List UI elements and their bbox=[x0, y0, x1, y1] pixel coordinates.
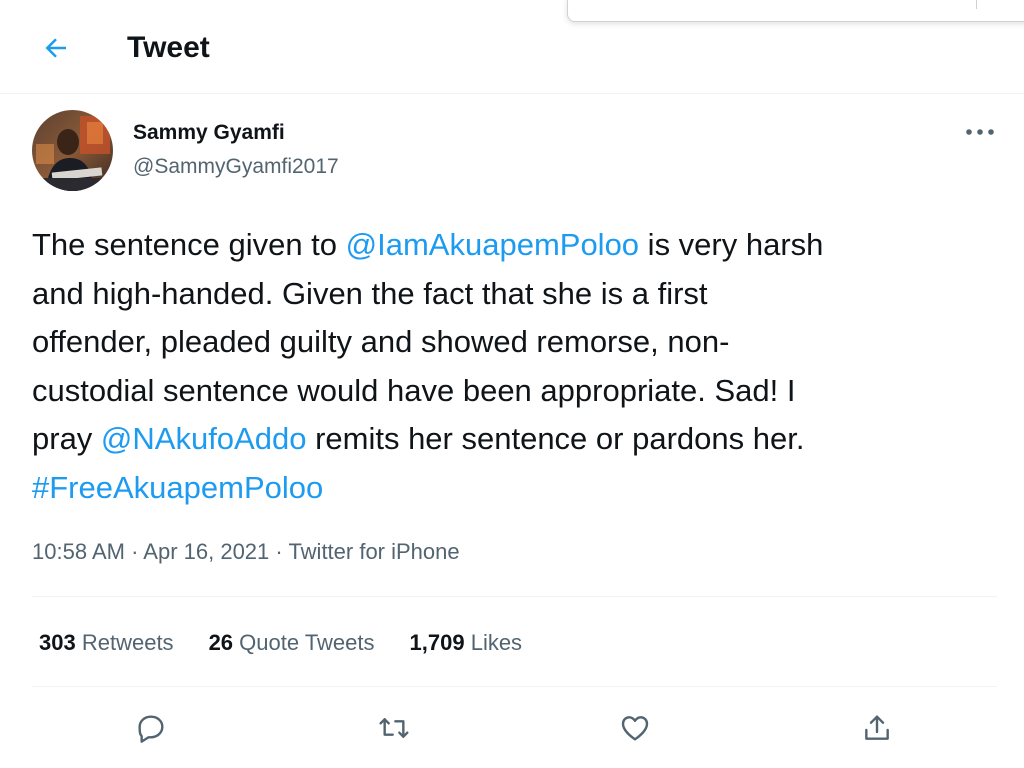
author-handle[interactable]: @SammyGyamfi2017 bbox=[133, 154, 339, 180]
tweet-source[interactable]: Twitter for iPhone bbox=[288, 539, 459, 564]
like-button[interactable] bbox=[615, 708, 655, 748]
tweet-text-segment: The sentence given to bbox=[32, 227, 346, 262]
tweet-line: pray @NAkufoAddo remits her sentence or … bbox=[32, 415, 1007, 464]
avatar-photo bbox=[32, 110, 113, 191]
quote-tweets-stat[interactable]: 26 Quote Tweets bbox=[209, 627, 375, 659]
page-header: Tweet bbox=[0, 0, 1024, 94]
quote-tweets-count: 26 bbox=[208, 630, 234, 655]
retweets-stat[interactable]: 303 Retweets bbox=[39, 627, 174, 659]
retweets-count: 303 bbox=[39, 630, 76, 655]
tweet-date[interactable]: Apr 16, 2021 bbox=[143, 539, 269, 564]
divider bbox=[32, 596, 997, 597]
mention-link[interactable]: @NAkufoAddo bbox=[101, 421, 307, 456]
author-name[interactable]: Sammy Gyamfi bbox=[133, 120, 285, 146]
avatar[interactable] bbox=[32, 110, 113, 191]
tweet-text: The sentence given to @IamAkuapemPoloo i… bbox=[32, 221, 1007, 512]
heart-icon bbox=[621, 716, 649, 741]
tweet-line: custodial sentence would have been appro… bbox=[32, 372, 796, 408]
tweet-text-segment: pray bbox=[32, 421, 101, 456]
page-title: Tweet bbox=[127, 31, 210, 64]
likes-count: 1,709 bbox=[409, 630, 465, 655]
tweet-line: offender, pleaded guilty and showed remo… bbox=[32, 324, 730, 359]
likes-label: Likes bbox=[470, 630, 523, 655]
meta-separator: · bbox=[269, 539, 289, 564]
mention-link[interactable]: @IamAkuapemPoloo bbox=[346, 227, 639, 262]
tweet-text-segment: remits her sentence or pardons her. bbox=[306, 421, 805, 456]
tweet-line: and high-handed. Given the fact that she… bbox=[32, 275, 708, 311]
retweets-label: Retweets bbox=[81, 630, 174, 655]
arrow-left-icon bbox=[45, 38, 66, 58]
more-horizontal-icon bbox=[966, 129, 994, 135]
tweet-line: #FreeAkuapemPoloo bbox=[32, 464, 1007, 513]
meta-separator: · bbox=[124, 539, 144, 564]
hashtag-link[interactable]: #FreeAkuapemPoloo bbox=[32, 470, 323, 505]
retweet-icon bbox=[379, 718, 409, 738]
reply-button[interactable] bbox=[131, 708, 171, 748]
likes-stat[interactable]: 1,709 Likes bbox=[410, 627, 523, 659]
reply-icon bbox=[138, 715, 164, 743]
tweet-text-segment: is very harsh bbox=[639, 227, 824, 262]
tweet-time[interactable]: 10:58 AM bbox=[32, 539, 125, 564]
more-options-button[interactable] bbox=[962, 118, 998, 146]
share-button[interactable] bbox=[857, 708, 897, 748]
back-button[interactable] bbox=[36, 28, 76, 68]
share-icon bbox=[865, 715, 889, 740]
retweet-button[interactable] bbox=[374, 708, 414, 748]
tweet-line: The sentence given to @IamAkuapemPoloo i… bbox=[32, 221, 1007, 270]
tweet-meta: 10:58 AM · Apr 16, 2021 · Twitter for iP… bbox=[32, 536, 460, 568]
tweet-stats: 303 Retweets 26 Quote Tweets 1,709 Likes bbox=[39, 627, 557, 659]
quote-tweets-label: Quote Tweets bbox=[239, 630, 375, 655]
divider bbox=[32, 686, 997, 687]
